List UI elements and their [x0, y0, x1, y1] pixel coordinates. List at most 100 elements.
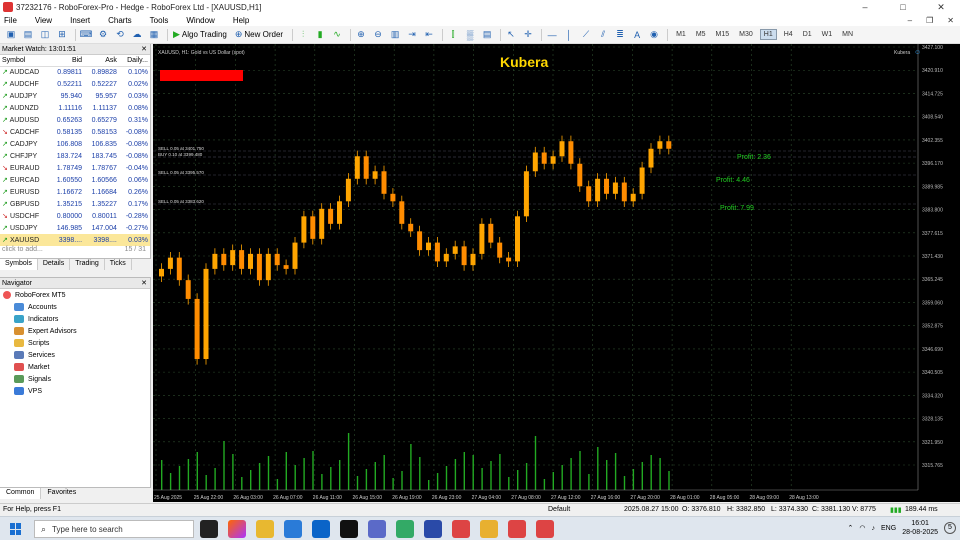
menu-tools[interactable]: Tools — [141, 16, 178, 25]
edge-icon[interactable] — [284, 520, 302, 538]
strategy-tester-icon[interactable]: ⚙ — [96, 28, 110, 42]
timeframe-m15[interactable]: M15 — [713, 30, 733, 39]
market-watch-row[interactable]: ↘ CADCHF 0.58135 0.58153 -0.08% — [0, 126, 150, 138]
mdi-close-button[interactable]: ✕ — [947, 16, 954, 25]
navigator-close-icon[interactable]: ✕ — [141, 278, 147, 289]
trendline-icon[interactable]: ⟋ — [579, 28, 593, 42]
chrome-icon-3[interactable] — [536, 520, 554, 538]
mdi-minimize-button[interactable]: – — [908, 16, 912, 25]
new-chart-icon[interactable]: ▣ — [4, 28, 18, 42]
notifications-icon[interactable]: 5 — [944, 522, 956, 534]
wifi-icon[interactable]: ◠ — [859, 524, 865, 532]
navigator-icon[interactable]: ⊞ — [55, 28, 69, 42]
timeframe-h1[interactable]: H1 — [759, 29, 777, 40]
shapes-icon[interactable]: ◉ — [647, 28, 661, 42]
market-watch-row[interactable]: ↗ CADJPY 106.808 106.835 -0.08% — [0, 138, 150, 150]
navigator-item-expert-advisors[interactable]: Expert Advisors — [0, 325, 150, 337]
market-icon[interactable]: ▦ — [147, 28, 161, 42]
navigator-item-scripts[interactable]: Scripts — [0, 337, 150, 349]
close-button[interactable]: ✕ — [922, 0, 960, 14]
bar-chart-icon[interactable]: ⫶ — [296, 28, 310, 42]
fibo-icon[interactable]: ≣ — [613, 28, 627, 42]
windows-start-icon[interactable] — [10, 523, 22, 535]
tray-chevron-icon[interactable]: ⌃ — [848, 524, 854, 532]
market-watch-row[interactable]: ↗ AUDCAD 0.89811 0.89828 0.10% — [0, 66, 150, 78]
tab-ticks[interactable]: Ticks — [105, 259, 132, 270]
tab-favorites[interactable]: Favorites — [41, 488, 82, 499]
signals-icon[interactable]: ☁ — [130, 28, 144, 42]
column-daily[interactable]: Daily... — [118, 55, 150, 67]
menu-window[interactable]: Window — [177, 16, 223, 25]
zoom-in-icon[interactable]: ⊕ — [354, 28, 368, 42]
task-view-icon[interactable] — [200, 520, 218, 538]
chart-canvas[interactable]: SELL 0.05 at 3401.750BUY 0.10 at 3399.48… — [153, 44, 960, 502]
templates-icon[interactable]: ▤ — [480, 28, 494, 42]
navigator-root[interactable]: RoboForex MT5 — [0, 289, 150, 301]
navigator-item-signals[interactable]: Signals — [0, 373, 150, 385]
line-chart-icon[interactable]: ∿ — [330, 28, 344, 42]
navigator-item-indicators[interactable]: Indicators — [0, 313, 150, 325]
candlestick-icon[interactable]: ▮ — [313, 28, 327, 42]
market-watch-row[interactable]: ↗ CHFJPY 183.724 183.745 -0.08% — [0, 150, 150, 162]
minimize-button[interactable]: – — [846, 0, 884, 14]
teams-icon[interactable] — [368, 520, 386, 538]
maximize-button[interactable]: □ — [884, 0, 922, 14]
market-watch-row[interactable]: ↗ AUDNZD 1.11116 1.11137 0.08% — [0, 102, 150, 114]
timeframe-d1[interactable]: D1 — [800, 30, 815, 39]
menu-view[interactable]: View — [26, 16, 61, 25]
history-icon[interactable]: ⟲ — [113, 28, 127, 42]
market-watch-row[interactable]: ↗ USDJPY 146.985 147.004 -0.27% — [0, 222, 150, 234]
timeframe-m30[interactable]: M30 — [736, 30, 756, 39]
copilot-icon[interactable] — [228, 520, 246, 538]
column-bid[interactable]: Bid — [49, 55, 85, 67]
outlook-icon[interactable] — [312, 520, 330, 538]
roboforex-mt5-icon[interactable] — [424, 520, 442, 538]
market-watch-row[interactable]: ↗ XAUUSD 3398.... 3398.... 0.03% — [0, 234, 150, 246]
mdi-restore-button[interactable]: ❐ — [926, 16, 933, 25]
menu-file[interactable]: File — [0, 16, 26, 25]
app-icon[interactable] — [396, 520, 414, 538]
chrome-icon-2[interactable] — [508, 520, 526, 538]
market-watch-row[interactable]: ↘ USDCHF 0.80000 0.80011 -0.28% — [0, 210, 150, 222]
market-watch-row[interactable]: ↗ EURCAD 1.60550 1.60566 0.06% — [0, 174, 150, 186]
autoscroll-icon[interactable]: ⇥ — [405, 28, 419, 42]
menu-help[interactable]: Help — [224, 16, 258, 25]
market-watch-row[interactable]: ↗ AUDJPY 95.940 95.957 0.03% — [0, 90, 150, 102]
taskbar-search[interactable]: ⌕ Type here to search — [34, 520, 194, 538]
zoom-out-icon[interactable]: ⊖ — [371, 28, 385, 42]
new-order-button[interactable]: ⊕ New Order — [235, 29, 283, 40]
market-watch-row[interactable]: ↘ EURAUD 1.78749 1.78767 -0.04% — [0, 162, 150, 174]
channel-icon[interactable]: ⫽ — [596, 28, 610, 42]
chart-shift-icon[interactable]: ⇤ — [422, 28, 436, 42]
notes-icon[interactable] — [480, 520, 498, 538]
column-symbol[interactable]: Symbol — [0, 55, 50, 67]
ide-icon[interactable]: ⌨ — [79, 28, 93, 42]
text-icon[interactable]: A — [630, 28, 644, 42]
market-watch-row[interactable]: ↗ AUDCHF 0.52211 0.52227 0.02% — [0, 78, 150, 90]
column-ask[interactable]: Ask — [84, 55, 119, 67]
language-indicator[interactable]: ENG — [881, 525, 896, 532]
tab-details[interactable]: Details — [38, 259, 71, 270]
timeframe-m1[interactable]: M1 — [673, 30, 689, 39]
timeframe-w1[interactable]: W1 — [819, 30, 836, 39]
hline-icon[interactable]: — — [545, 28, 559, 42]
navigator-item-vps[interactable]: VPS — [0, 385, 150, 397]
vline-icon[interactable]: │ — [562, 28, 576, 42]
cursor-icon[interactable]: ↖ — [504, 28, 518, 42]
menu-insert[interactable]: Insert — [61, 16, 99, 25]
indicators-icon[interactable]: ⫿ — [446, 28, 460, 42]
chrome-icon[interactable] — [452, 520, 470, 538]
chart-window[interactable]: SELL 0.05 at 3401.750 BUY 0.10 at 3399.48… — [153, 44, 960, 502]
market-watch-row[interactable]: ↗ EURUSD 1.16672 1.16684 0.26% — [0, 186, 150, 198]
tradingview-icon[interactable] — [340, 520, 358, 538]
crosshair-icon[interactable]: ✛ — [521, 28, 535, 42]
clock[interactable]: 16:01 28-08-2025 — [902, 519, 938, 537]
volume-icon[interactable]: ♪ — [872, 525, 876, 532]
timeframe-mn[interactable]: MN — [839, 30, 856, 39]
profiles-icon[interactable]: ▤ — [21, 28, 35, 42]
market-watch-icon[interactable]: ◫ — [38, 28, 52, 42]
navigator-item-services[interactable]: Services — [0, 349, 150, 361]
navigator-item-market[interactable]: Market — [0, 361, 150, 373]
tab-common[interactable]: Common — [0, 488, 42, 499]
market-watch-row[interactable]: ↗ AUDUSD 0.65263 0.65279 0.31% — [0, 114, 150, 126]
